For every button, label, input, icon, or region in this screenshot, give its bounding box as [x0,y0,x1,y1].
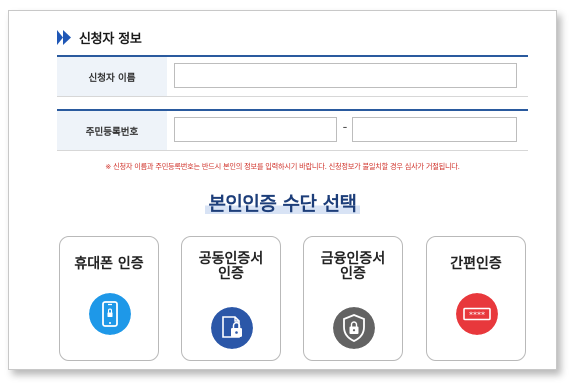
rrn-label: 주민등록번호 [57,111,167,150]
rrn-separator: - [342,120,348,135]
financial-certificate-card[interactable]: 금융인증서 인증 [303,236,403,361]
notice-text: ※ 신청자 이름과 주민등록번호는 반드시 본인의 정보를 입력하시기 바랍니다… [105,162,460,171]
applicant-form: 신청자 이름 주민등록번호 - [57,55,528,151]
joint-certificate-label-line1: 공동인증서 [198,251,264,267]
section-title: 신청자 정보 [79,31,142,47]
joint-certificate-label: 공동인증서 인증 [182,252,280,282]
auth-title-wrap: 본인인증 수단 선택 [9,189,556,216]
financial-certificate-label-line1: 금융인증서 [320,251,386,267]
mobile-auth-card[interactable]: 휴대폰 인증 [59,236,159,361]
name-row: 신청자 이름 [57,55,528,97]
mobile-phone-icon [89,293,131,335]
joint-certificate-card[interactable]: 공동인증서 인증 [181,236,281,361]
shield-lock-icon [333,307,375,349]
auth-method-title: 본인인증 수단 선택 [205,189,360,216]
rrn-back-input[interactable] [352,117,517,142]
pin-password-icon: **** [456,293,498,335]
rrn-front-input[interactable] [174,117,337,142]
simple-auth-card[interactable]: 간편인증 **** [426,236,526,361]
double-chevron-icon [57,29,71,45]
certificate-icon [211,307,253,349]
mobile-auth-label: 휴대폰 인증 [74,256,144,272]
financial-certificate-label: 금융인증서 인증 [304,252,402,282]
joint-certificate-label-line2: 인증 [218,266,244,282]
simple-auth-label: 간편인증 [450,256,502,272]
financial-certificate-label-line2: 인증 [340,266,366,282]
name-label: 신청자 이름 [57,57,167,96]
pin-mask-text: **** [469,311,485,320]
rrn-row: 주민등록번호 - [57,109,528,151]
section-header: 신청자 정보 [57,28,142,47]
page-frame: 신청자 정보 신청자 이름 주민등록번호 - ※ 신청자 이름과 주민등록번호는… [8,10,557,370]
name-input[interactable] [174,63,517,88]
